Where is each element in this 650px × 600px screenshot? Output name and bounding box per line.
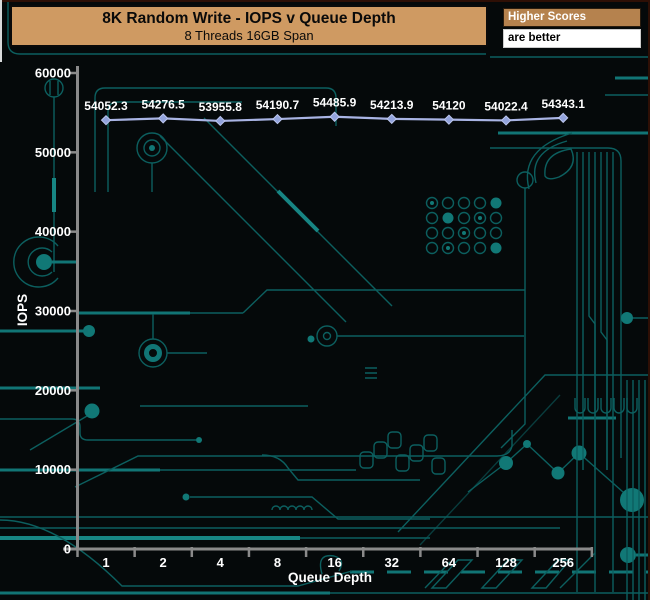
y-axis-title: IOPS — [15, 294, 30, 326]
y-axis-tick-label: 40000 — [35, 224, 71, 239]
x-axis-tick-label: 16 — [327, 555, 341, 570]
data-point-label: 54485.9 — [313, 96, 357, 110]
x-axis-tick-label: 256 — [552, 555, 574, 570]
data-point-label: 54343.1 — [542, 97, 586, 111]
data-point-label: 54276.5 — [141, 97, 185, 111]
x-axis-tick-label: 2 — [160, 555, 167, 570]
left-edge-line — [0, 0, 2, 62]
x-axis-tick-label: 1 — [102, 555, 109, 570]
y-axis-tick-label: 0 — [64, 542, 71, 557]
circuit-pad — [446, 246, 450, 250]
y-axis-tick-label: 30000 — [35, 304, 71, 319]
y-axis-tick-label: 10000 — [35, 462, 71, 477]
x-axis-tick-label: 8 — [274, 555, 281, 570]
circuit-pad — [490, 197, 502, 209]
x-axis-tick-label: 4 — [217, 555, 225, 570]
data-point-label: 54120 — [432, 99, 466, 113]
circuit-board-background: 0 10000 20000 30000 40000 50000 60000 1 2 4 8 16 32 6… — [0, 0, 650, 600]
chart-title-box: 8K Random Write - IOPS v Queue Depth 8 T… — [10, 5, 488, 47]
legend-note: are better — [503, 29, 641, 48]
circuit-pad — [462, 231, 466, 235]
data-point-label: 54213.9 — [370, 98, 414, 112]
data-point-label: 54052.3 — [84, 99, 128, 113]
x-axis-tick-label: 32 — [385, 555, 399, 570]
legend-title: Higher Scores — [503, 8, 641, 27]
circuit-pad — [478, 216, 482, 220]
x-axis-tick-label: 128 — [495, 555, 517, 570]
circuit-pad — [490, 242, 502, 254]
data-point-label: 53955.8 — [199, 100, 243, 114]
x-axis-title: Queue Depth — [288, 570, 372, 585]
chart-frame: 0 10000 20000 30000 40000 50000 60000 1 2 4 8 16 32 6… — [0, 0, 650, 600]
chart-title: 8K Random Write - IOPS v Queue Depth — [102, 9, 396, 27]
circuit-pad — [442, 212, 454, 224]
top-edge-line — [0, 0, 650, 2]
y-axis-tick-label: 20000 — [35, 383, 71, 398]
data-point-label: 54022.4 — [484, 99, 528, 113]
y-axis-tick-label: 60000 — [35, 66, 71, 81]
y-axis-tick-label: 50000 — [35, 145, 71, 160]
chart-subtitle: 8 Threads 16GB Span — [184, 27, 314, 43]
data-point-label: 54190.7 — [256, 98, 300, 112]
x-axis-tick-label: 64 — [442, 555, 457, 570]
circuit-pad — [430, 201, 434, 205]
legend-box: Higher Scores are better — [503, 8, 641, 48]
